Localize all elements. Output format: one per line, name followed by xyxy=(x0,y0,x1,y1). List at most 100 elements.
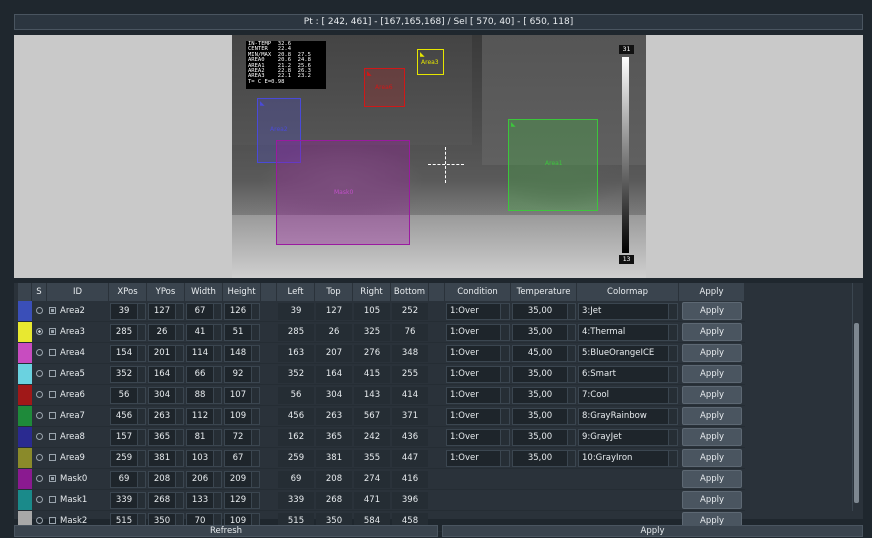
temperature-stepper[interactable]: 45,00 xyxy=(512,344,576,362)
width-stepper[interactable]: 103 xyxy=(186,449,222,467)
spin-arrows-icon[interactable] xyxy=(137,408,145,424)
col-height[interactable]: Height xyxy=(223,283,261,301)
dropdown-icon[interactable] xyxy=(668,366,677,382)
temperature-stepper[interactable]: 35,00 xyxy=(512,323,576,341)
spin-arrows-icon[interactable] xyxy=(213,450,221,466)
dropdown-icon[interactable] xyxy=(668,303,677,319)
colormap-select[interactable]: 8:GrayRainbow xyxy=(578,407,678,425)
spin-arrows-icon[interactable] xyxy=(175,387,183,403)
table-row[interactable]: Area9 259 381 103 67 259 381 355 447 1:Over 35,00 1… xyxy=(18,448,745,469)
thermal-image[interactable]: IN-TEMP 32.6 CENTER 22.4 MIN/MAX 20.8 27… xyxy=(232,35,646,278)
row-apply-button[interactable]: Apply xyxy=(682,344,742,362)
spin-arrows-icon[interactable] xyxy=(175,345,183,361)
row-select-radio[interactable] xyxy=(36,454,43,461)
col-width[interactable]: Width xyxy=(185,283,223,301)
spin-arrows-icon[interactable] xyxy=(175,408,183,424)
dropdown-icon[interactable] xyxy=(500,387,509,403)
table-row[interactable]: Area5 352 164 66 92 352 164 415 255 1:Over 35,00 6:… xyxy=(18,364,745,385)
spin-arrows-icon[interactable] xyxy=(175,366,183,382)
ypos-stepper[interactable]: 381 xyxy=(148,449,184,467)
table-scrollbar[interactable] xyxy=(852,283,861,511)
table-row[interactable]: Area7 456 263 112 109 456 263 567 371 1:Over 35,00… xyxy=(18,406,745,427)
xpos-stepper[interactable]: 339 xyxy=(110,491,146,509)
refresh-button[interactable]: Refresh xyxy=(14,525,438,537)
col-bottom[interactable]: Bottom xyxy=(391,283,429,301)
dropdown-icon[interactable] xyxy=(500,366,509,382)
condition-select[interactable]: 1:Over xyxy=(446,449,510,467)
width-stepper[interactable]: 112 xyxy=(186,407,222,425)
ypos-stepper[interactable]: 365 xyxy=(148,428,184,446)
row-apply-button[interactable]: Apply xyxy=(682,302,742,320)
col-id[interactable]: ID xyxy=(47,283,109,301)
roi-area6[interactable]: ◣ Area6 xyxy=(364,68,405,107)
spin-arrows-icon[interactable] xyxy=(251,324,259,340)
spin-arrows-icon[interactable] xyxy=(251,471,259,487)
row-enable-checkbox[interactable] xyxy=(49,349,56,356)
temperature-stepper[interactable]: 35,00 xyxy=(512,386,576,404)
xpos-stepper[interactable]: 285 xyxy=(110,323,146,341)
table-row[interactable]: Area4 154 201 114 148 163 207 276 348 1:Over 45,00… xyxy=(18,343,745,364)
spin-arrows-icon[interactable] xyxy=(137,345,145,361)
spin-arrows-icon[interactable] xyxy=(137,471,145,487)
xpos-stepper[interactable]: 69 xyxy=(110,470,146,488)
table-row[interactable]: Mask1 339 268 133 129 339 268 471 396 Apply xyxy=(18,490,745,511)
spin-arrows-icon[interactable] xyxy=(251,492,259,508)
row-select-radio[interactable] xyxy=(36,433,43,440)
spin-arrows-icon[interactable] xyxy=(251,408,259,424)
spin-arrows-icon[interactable] xyxy=(213,429,221,445)
colormap-select[interactable]: 6:Smart xyxy=(578,365,678,383)
table-row[interactable]: Area2 39 127 67 126 39 127 105 252 1:Over 35,00 3:J… xyxy=(18,301,745,322)
colormap-select[interactable]: 5:BlueOrangeICE xyxy=(578,344,678,362)
height-stepper[interactable]: 107 xyxy=(224,386,260,404)
spin-arrows-icon[interactable] xyxy=(175,429,183,445)
height-stepper[interactable]: 209 xyxy=(224,470,260,488)
col-temperature[interactable]: Temperature xyxy=(511,283,577,301)
temperature-stepper[interactable]: 35,00 xyxy=(512,428,576,446)
row-select-radio[interactable] xyxy=(36,328,43,335)
row-enable-checkbox[interactable] xyxy=(49,328,56,335)
dropdown-icon[interactable] xyxy=(668,429,677,445)
row-apply-button[interactable]: Apply xyxy=(682,470,742,488)
table-row[interactable]: Area8 157 365 81 72 162 365 242 436 1:Over 35,00 9:… xyxy=(18,427,745,448)
spin-arrows-icon[interactable] xyxy=(567,366,575,382)
spin-arrows-icon[interactable] xyxy=(175,303,183,319)
spin-arrows-icon[interactable] xyxy=(567,429,575,445)
col-colormap[interactable]: Colormap xyxy=(577,283,679,301)
col-top[interactable]: Top xyxy=(315,283,353,301)
spin-arrows-icon[interactable] xyxy=(175,492,183,508)
ypos-stepper[interactable]: 164 xyxy=(148,365,184,383)
spin-arrows-icon[interactable] xyxy=(251,303,259,319)
dropdown-icon[interactable] xyxy=(500,324,509,340)
row-apply-button[interactable]: Apply xyxy=(682,491,742,509)
spin-arrows-icon[interactable] xyxy=(137,324,145,340)
row-enable-checkbox[interactable] xyxy=(49,307,56,314)
spin-arrows-icon[interactable] xyxy=(137,366,145,382)
dropdown-icon[interactable] xyxy=(668,387,677,403)
condition-select[interactable]: 1:Over xyxy=(446,344,510,362)
spin-arrows-icon[interactable] xyxy=(251,429,259,445)
col-condition[interactable]: Condition xyxy=(445,283,511,301)
row-enable-checkbox[interactable] xyxy=(49,517,56,524)
condition-select[interactable]: 1:Over xyxy=(446,428,510,446)
row-apply-button[interactable]: Apply xyxy=(682,407,742,425)
row-select-radio[interactable] xyxy=(36,517,43,524)
row-select-radio[interactable] xyxy=(36,307,43,314)
ypos-stepper[interactable]: 127 xyxy=(148,302,184,320)
condition-select[interactable]: 1:Over xyxy=(446,365,510,383)
row-enable-checkbox[interactable] xyxy=(49,391,56,398)
spin-arrows-icon[interactable] xyxy=(567,303,575,319)
row-apply-button[interactable]: Apply xyxy=(682,365,742,383)
xpos-stepper[interactable]: 39 xyxy=(110,302,146,320)
col-xpos[interactable]: XPos xyxy=(109,283,147,301)
row-apply-button[interactable]: Apply xyxy=(682,386,742,404)
width-stepper[interactable]: 67 xyxy=(186,302,222,320)
spin-arrows-icon[interactable] xyxy=(213,387,221,403)
row-select-radio[interactable] xyxy=(36,412,43,419)
temperature-stepper[interactable]: 35,00 xyxy=(512,365,576,383)
row-select-radio[interactable] xyxy=(36,496,43,503)
spin-arrows-icon[interactable] xyxy=(137,492,145,508)
row-enable-checkbox[interactable] xyxy=(49,475,56,482)
spin-arrows-icon[interactable] xyxy=(213,471,221,487)
spin-arrows-icon[interactable] xyxy=(213,303,221,319)
temperature-stepper[interactable]: 35,00 xyxy=(512,449,576,467)
